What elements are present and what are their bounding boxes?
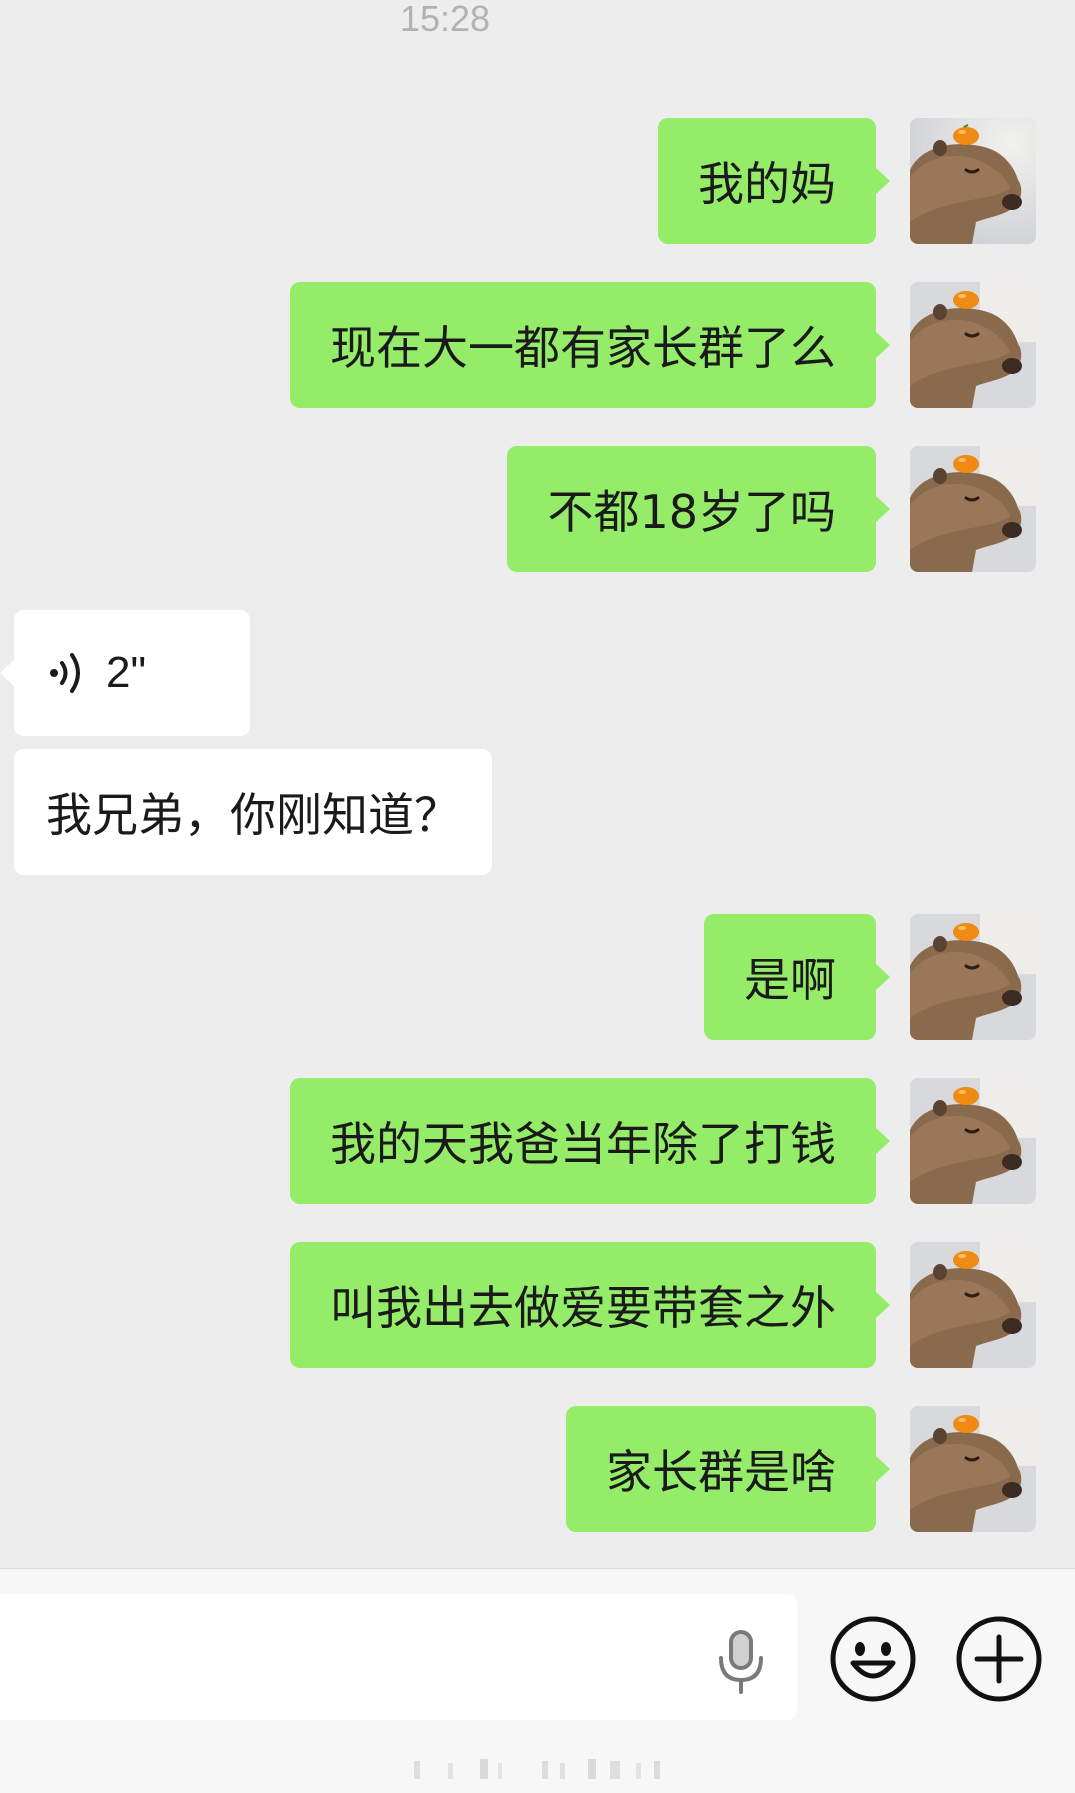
input-bar xyxy=(0,1568,1075,1793)
sent-message-bubble[interactable]: 我的天我爸当年除了打钱 xyxy=(290,1078,890,1204)
sent-message-bubble[interactable]: 不都18岁了吗 xyxy=(507,446,890,572)
message-row: 家长群是啥 xyxy=(0,1406,1075,1532)
message-text: 家长群是啥 xyxy=(606,1445,836,1499)
capybara-avatar-icon[interactable] xyxy=(910,914,1036,1040)
capybara-avatar-icon[interactable] xyxy=(910,446,1036,572)
message-text: 叫我出去做爱要带套之外 xyxy=(330,1281,836,1335)
capybara-avatar-icon[interactable] xyxy=(910,1406,1036,1532)
chat-area[interactable]: 15:28 我的妈 现在大一都有家长群了么 不都18岁了吗 2" 我兄弟，你刚知… xyxy=(0,0,1075,1568)
message-text: 现在大一都有家长群了么 xyxy=(330,321,836,375)
capybara-avatar-icon[interactable] xyxy=(910,1242,1036,1368)
message-row: 我的天我爸当年除了打钱 xyxy=(0,1078,1075,1204)
message-text: 我的天我爸当年除了打钱 xyxy=(330,1117,836,1171)
sent-message-bubble[interactable]: 家长群是啥 xyxy=(566,1406,890,1532)
microphone-icon[interactable] xyxy=(713,1628,769,1696)
watermark-marks xyxy=(414,1759,660,1779)
message-timestamp: 15:28 xyxy=(399,0,491,39)
capybara-icon xyxy=(910,118,1036,244)
message-text: 我兄弟，你刚知道？ xyxy=(46,788,460,842)
message-row: 我兄弟，你刚知道？ xyxy=(0,749,1075,875)
message-row: 不都18岁了吗 xyxy=(0,446,1075,572)
capybara-avatar-icon[interactable] xyxy=(910,282,1036,408)
sent-message-bubble[interactable]: 叫我出去做爱要带套之外 xyxy=(290,1242,890,1368)
message-text: 不都18岁了吗 xyxy=(547,485,836,539)
capybara-icon xyxy=(910,914,1036,1040)
capybara-avatar-icon[interactable] xyxy=(910,1078,1036,1204)
message-row: 叫我出去做爱要带套之外 xyxy=(0,1242,1075,1368)
capybara-icon xyxy=(910,1406,1036,1532)
voice-message-bubble[interactable]: 2" xyxy=(0,610,250,736)
voice-wave-icon xyxy=(50,653,80,693)
message-text: 是啊 xyxy=(744,953,836,1007)
message-row: 2" xyxy=(0,610,1075,736)
sent-message-bubble[interactable]: 是啊 xyxy=(704,914,890,1040)
smiley-icon[interactable] xyxy=(829,1615,917,1703)
message-row: 现在大一都有家长群了么 xyxy=(0,282,1075,408)
plus-circle-icon[interactable] xyxy=(955,1615,1043,1703)
message-text: 我的妈 xyxy=(698,157,836,211)
sent-message-bubble[interactable]: 现在大一都有家长群了么 xyxy=(290,282,890,408)
message-row: 我的妈 xyxy=(0,118,1075,244)
capybara-icon xyxy=(910,1078,1036,1204)
message-row: 是啊 xyxy=(0,914,1075,1040)
capybara-icon xyxy=(910,282,1036,408)
sent-message-bubble[interactable]: 我的妈 xyxy=(658,118,890,244)
capybara-icon xyxy=(910,446,1036,572)
message-input[interactable] xyxy=(0,1594,797,1720)
voice-duration: 2" xyxy=(106,648,147,697)
capybara-avatar-icon[interactable] xyxy=(910,118,1036,244)
capybara-icon xyxy=(910,1242,1036,1368)
received-message-bubble[interactable]: 我兄弟，你刚知道？ xyxy=(14,749,492,875)
